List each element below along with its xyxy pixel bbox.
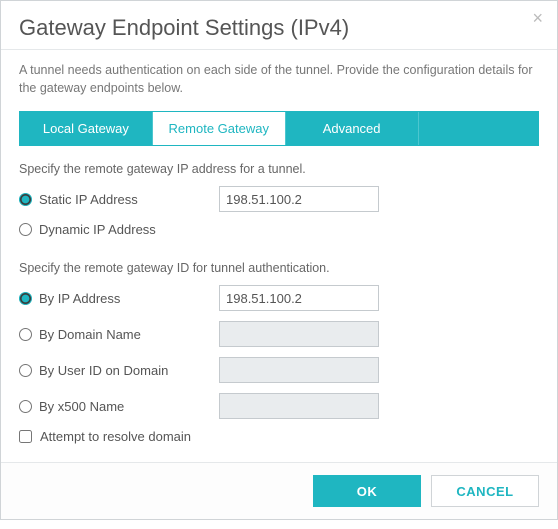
dialog-footer: OK CANCEL [1, 462, 557, 519]
input-by-userid [219, 357, 379, 383]
row-static-ip: Static IP Address [19, 186, 539, 212]
radio-by-domain[interactable] [19, 328, 32, 341]
dialog-description: A tunnel needs authentication on each si… [19, 62, 539, 97]
label-resolve-domain[interactable]: Attempt to resolve domain [40, 429, 191, 444]
label-by-userid[interactable]: By User ID on Domain [39, 363, 168, 378]
row-by-domain: By Domain Name [19, 321, 539, 347]
gateway-endpoint-settings-dialog: Gateway Endpoint Settings (IPv4) × A tun… [0, 0, 558, 520]
tab-empty [419, 112, 538, 145]
id-section-label: Specify the remote gateway ID for tunnel… [19, 261, 539, 275]
input-static-ip[interactable] [219, 186, 379, 212]
radio-by-x500[interactable] [19, 400, 32, 413]
tab-local-gateway[interactable]: Local Gateway [20, 112, 153, 145]
tabs: Local Gateway Remote Gateway Advanced [19, 111, 539, 146]
dialog-body: A tunnel needs authentication on each si… [1, 50, 557, 462]
checkbox-resolve-domain[interactable] [19, 430, 32, 443]
row-by-x500: By x500 Name [19, 393, 539, 419]
tab-advanced[interactable]: Advanced [286, 112, 419, 145]
tab-remote-gateway[interactable]: Remote Gateway [153, 112, 286, 145]
radio-static-ip[interactable] [19, 193, 32, 206]
input-by-x500 [219, 393, 379, 419]
label-dynamic-ip[interactable]: Dynamic IP Address [39, 222, 156, 237]
cancel-button[interactable]: CANCEL [431, 475, 539, 507]
radio-dynamic-ip[interactable] [19, 223, 32, 236]
radio-by-ip[interactable] [19, 292, 32, 305]
close-icon[interactable]: × [532, 9, 543, 27]
row-resolve-domain: Attempt to resolve domain [19, 429, 539, 444]
label-by-ip[interactable]: By IP Address [39, 291, 120, 306]
input-by-ip[interactable] [219, 285, 379, 311]
ip-section-label: Specify the remote gateway IP address fo… [19, 162, 539, 176]
label-by-domain[interactable]: By Domain Name [39, 327, 141, 342]
radio-by-userid[interactable] [19, 364, 32, 377]
label-static-ip[interactable]: Static IP Address [39, 192, 138, 207]
row-dynamic-ip: Dynamic IP Address [19, 222, 539, 237]
ok-button[interactable]: OK [313, 475, 421, 507]
dialog-title: Gateway Endpoint Settings (IPv4) [19, 15, 349, 40]
input-by-domain [219, 321, 379, 347]
label-by-x500[interactable]: By x500 Name [39, 399, 124, 414]
row-by-ip: By IP Address [19, 285, 539, 311]
dialog-header: Gateway Endpoint Settings (IPv4) × [1, 1, 557, 50]
row-by-userid: By User ID on Domain [19, 357, 539, 383]
